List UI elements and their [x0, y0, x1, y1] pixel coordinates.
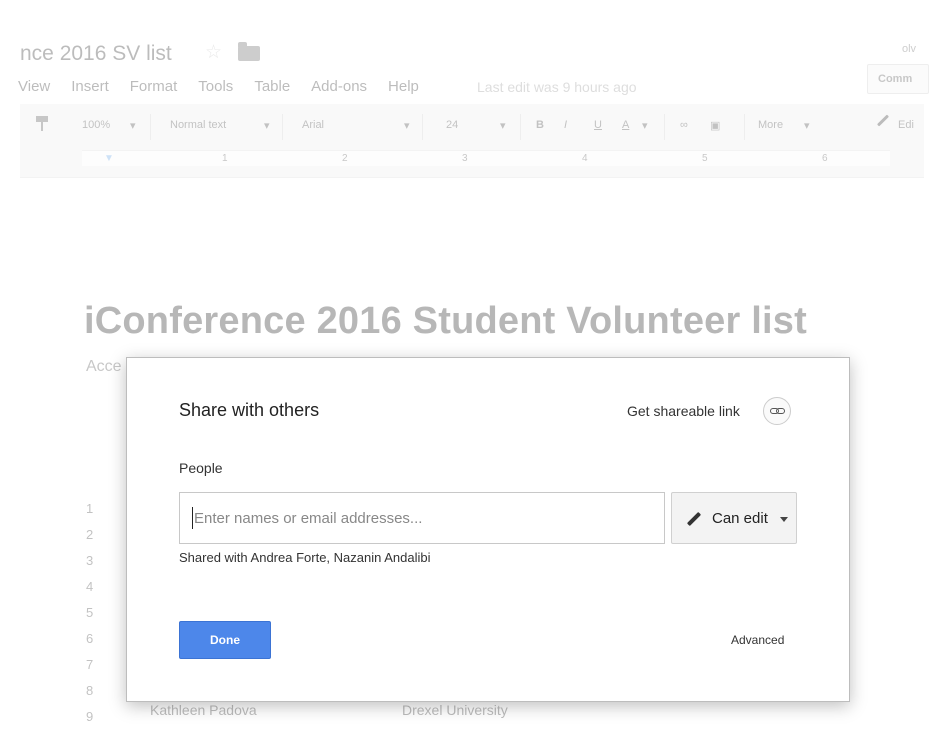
table-cell-name: Kathleen Padova	[150, 702, 257, 718]
permission-dropdown[interactable]: Can edit	[671, 492, 797, 544]
chevron-down-icon	[780, 517, 788, 522]
menu-view[interactable]: View	[18, 78, 50, 98]
star-icon[interactable]: ☆	[205, 41, 222, 64]
divider	[282, 114, 283, 140]
ruler[interactable]: ▼ 1 2 3 4 5 6	[82, 150, 890, 166]
menu-addons[interactable]: Add-ons	[311, 78, 367, 98]
email-input[interactable]	[194, 507, 654, 529]
document-subtitle: Acce	[86, 358, 122, 375]
line-numbers: 1 2 3 4 5 6 7 8 9	[86, 496, 93, 730]
chevron-down-icon: ▾	[264, 120, 270, 132]
comments-button[interactable]: Comm	[867, 64, 929, 94]
style-select[interactable]: Normal text	[170, 119, 226, 131]
line-number: 6	[86, 631, 94, 646]
dialog-title: Share with others	[179, 400, 320, 420]
ruler-number: 5	[702, 153, 708, 164]
font-size-select[interactable]: 24	[446, 119, 458, 131]
table-cell-organization: Drexel University	[402, 702, 508, 718]
share-dialog: Share with others Get shareable link Peo…	[126, 357, 850, 702]
menu-format[interactable]: Format	[130, 78, 178, 98]
divider	[150, 114, 151, 140]
done-button[interactable]: Done	[179, 621, 271, 659]
chevron-down-icon: ▾	[130, 120, 136, 132]
permission-label: Can edit	[712, 510, 768, 527]
chevron-down-icon: ▾	[642, 120, 648, 132]
italic-button[interactable]: I	[564, 119, 567, 131]
chevron-down-icon: ▾	[804, 120, 810, 132]
ruler-number: 1	[222, 153, 228, 164]
people-input-box[interactable]	[179, 492, 665, 544]
line-number: 1	[86, 501, 94, 516]
menu-help[interactable]: Help	[388, 78, 419, 98]
menu-tools[interactable]: Tools	[198, 78, 233, 98]
ruler-number: 2	[342, 153, 348, 164]
document-heading: iConference 2016 Student Volunteer list	[84, 300, 807, 342]
doc-title[interactable]: nce 2016 SV list	[20, 42, 172, 66]
more-button[interactable]: More	[758, 119, 783, 131]
divider	[664, 114, 665, 140]
advanced-link[interactable]: Advanced	[731, 633, 784, 647]
link-icon[interactable]: ∞	[680, 119, 688, 131]
pencil-icon[interactable]	[876, 114, 890, 127]
shared-with-text[interactable]: Shared with Andrea Forte, Nazanin Andali…	[179, 550, 431, 565]
pencil-icon	[686, 511, 702, 527]
line-number: 8	[86, 683, 94, 698]
line-number: 5	[86, 605, 94, 620]
image-icon[interactable]: ▣	[710, 119, 720, 132]
folder-icon[interactable]	[238, 42, 260, 61]
divider	[520, 114, 521, 140]
underline-button[interactable]: U	[594, 119, 602, 131]
divider	[422, 114, 423, 140]
divider	[744, 114, 745, 140]
line-number: 7	[86, 657, 94, 672]
last-edit-link[interactable]: Last edit was 9 hours ago	[477, 79, 637, 95]
ruler-number: 4	[582, 153, 588, 164]
link-icon[interactable]	[763, 397, 791, 425]
people-label: People	[179, 460, 223, 476]
chevron-down-icon: ▾	[500, 120, 506, 132]
menu-table[interactable]: Table	[254, 78, 290, 98]
menu-insert[interactable]: Insert	[71, 78, 109, 98]
chain-link-right	[776, 408, 785, 414]
toolbar: 100% ▾ Normal text ▾ Arial ▾ 24 ▾ B I U …	[20, 104, 924, 178]
line-number: 2	[86, 527, 94, 542]
zoom-select[interactable]: 100%	[82, 119, 110, 131]
text-cursor	[192, 507, 193, 529]
font-select[interactable]: Arial	[302, 119, 324, 131]
line-number: 9	[86, 709, 94, 724]
user-name[interactable]: olv	[902, 43, 916, 55]
line-number: 4	[86, 579, 94, 594]
paint-format-icon[interactable]	[36, 116, 48, 131]
indent-marker-icon[interactable]: ▼	[104, 153, 114, 164]
bold-button[interactable]: B	[536, 119, 544, 131]
ruler-number: 3	[462, 153, 468, 164]
chevron-down-icon: ▾	[404, 120, 410, 132]
menu-bar: View Insert Format Tools Table Add-ons H…	[18, 78, 419, 98]
ruler-number: 6	[822, 153, 828, 164]
line-number: 3	[86, 553, 94, 568]
editing-mode-button[interactable]: Edi	[898, 119, 914, 131]
get-shareable-link[interactable]: Get shareable link	[627, 403, 740, 419]
text-color-button[interactable]: A	[622, 119, 629, 131]
